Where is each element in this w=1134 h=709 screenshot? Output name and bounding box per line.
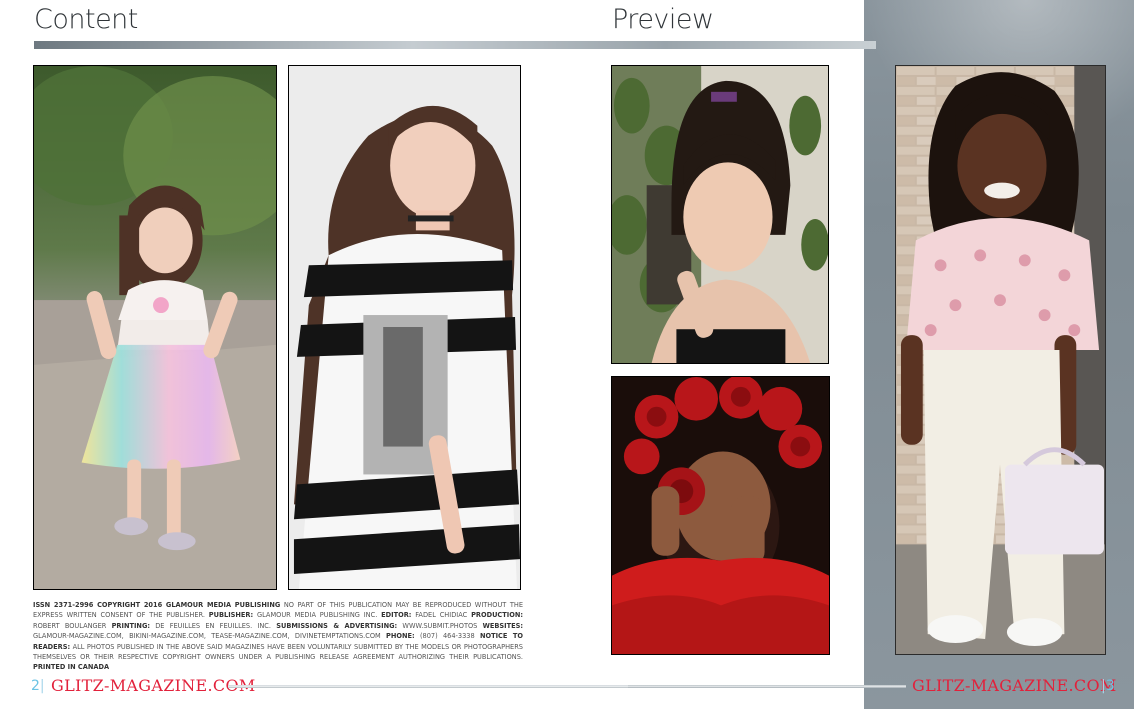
header-rule (34, 41, 876, 49)
photo-child-red-roses (611, 376, 830, 655)
colophon-value: (807) 464-3338 (414, 632, 480, 641)
footer-brand-left[interactable]: GLITZ-MAGAZINE.COM (51, 676, 256, 695)
colophon-value: ALL PHOTOS PUBLISHED IN THE ABOVE SAID M… (33, 642, 523, 662)
preview-heading: Preview (612, 4, 714, 35)
page-number-left: 2| (31, 678, 45, 694)
colophon-text: ISSN 2371-2996 COPYRIGHT 2016 GLAMOUR ME… (33, 600, 523, 673)
colophon-value: GLAMOUR MEDIA PUBLISHING INC. (253, 611, 382, 620)
colophon-value: FADEL CHIDIAC (411, 611, 472, 620)
footer-rule-right (628, 685, 906, 688)
colophon-label: PHONE: (386, 632, 415, 641)
photo-girl-rainbow-tutu (33, 65, 277, 590)
colophon-label: EDITOR: (381, 611, 412, 620)
colophon-value: GLAMOUR-MAGAZINE.COM, BIKINI-MAGAZINE.CO… (33, 632, 387, 641)
photo-girl-striped-dress (288, 65, 521, 590)
colophon-value: WWW.SUBMIT.PHOTOS (397, 621, 483, 630)
colophon-label: PUBLISHER: (208, 611, 254, 620)
colophon-label: PRODUCTION: (471, 611, 523, 620)
colophon-label: PRINTED IN CANADA (33, 663, 110, 672)
colophon-label: ISSN 2371-2996 COPYRIGHT 2016 GLAMOUR ME… (33, 601, 281, 609)
page-number-right: |3 (1101, 678, 1115, 694)
colophon-value: DE FEUILLES EN FEUILLES. INC. (150, 621, 277, 630)
content-heading: Content (34, 4, 138, 35)
colophon-value: ROBERT BOULANGER (33, 621, 112, 630)
footer-brand-right[interactable]: GLITZ-MAGAZINE.COM (912, 676, 1117, 695)
colophon-label: SUBMISSIONS & ADVERTISING: (276, 621, 398, 630)
page-number-left-pipe: | (39, 678, 45, 694)
footer-rule-left (228, 685, 628, 688)
photo-girl-braids-brick (895, 65, 1106, 655)
colophon-label: PRINTING: (111, 621, 150, 630)
page-number-right-value: 3 (1105, 678, 1115, 694)
photo-girl-ponytail-leaves (611, 65, 829, 364)
colophon-label: WEBSITES: (482, 621, 523, 630)
page-number-left-value: 2 (31, 678, 40, 694)
